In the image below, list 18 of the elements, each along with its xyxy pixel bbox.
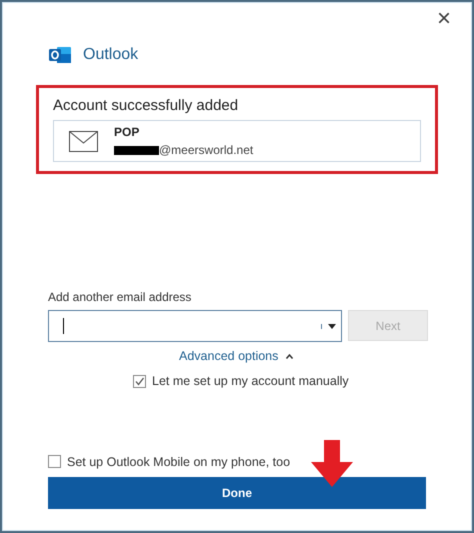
checkbox-label: Set up Outlook Mobile on my phone, too <box>67 454 290 471</box>
text-cursor <box>63 318 64 334</box>
advanced-options-link[interactable]: Advanced options <box>179 347 294 366</box>
email-combo-field[interactable] <box>48 310 342 342</box>
chevron-up-icon <box>286 354 294 359</box>
account-type: POP <box>114 124 140 141</box>
envelope-icon <box>69 130 98 152</box>
app-title: Outlook <box>83 45 138 65</box>
checkbox[interactable] <box>48 455 61 468</box>
checkbox-label: Let me set up my account manually <box>152 372 349 390</box>
dropdown-arrow-icon[interactable] <box>328 324 336 328</box>
outlook-logo-icon <box>49 45 71 65</box>
field-label: Add another email address <box>48 289 192 306</box>
done-button[interactable]: Done <box>48 477 426 510</box>
close-button[interactable]: × <box>432 7 455 31</box>
account-email: @meersworld.net <box>159 142 254 159</box>
checkbox[interactable] <box>133 374 146 388</box>
success-message: Account successfully added <box>53 96 240 116</box>
